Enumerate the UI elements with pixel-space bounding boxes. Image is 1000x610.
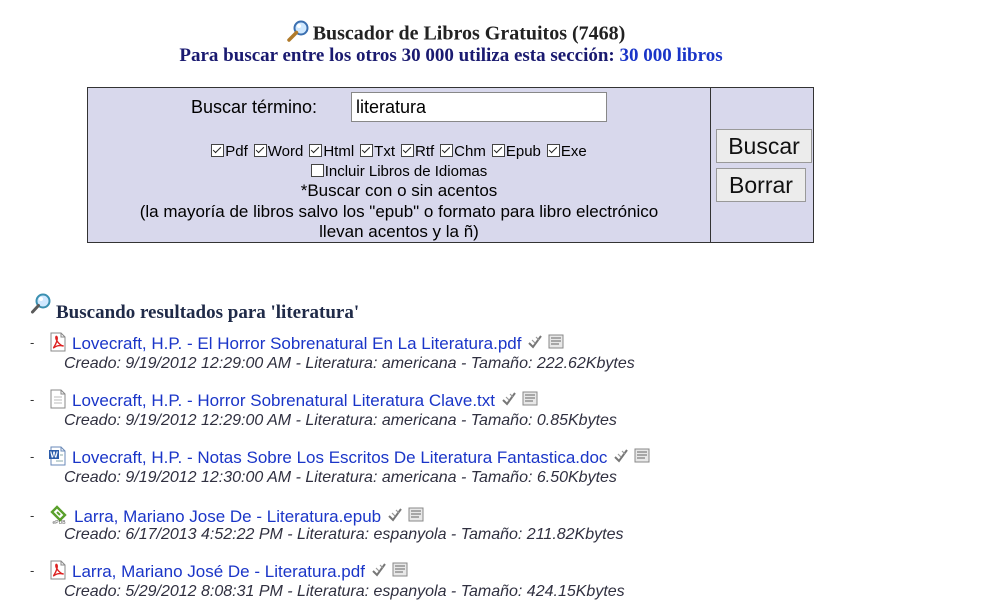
format-option-chm[interactable]: Chm	[440, 143, 486, 160]
result-line: - ePUB Larra, Mariano Jose De - Literatura…	[30, 503, 623, 528]
format-checkbox-epub[interactable]	[491, 144, 505, 157]
result-title-link[interactable]: Larra, Mariano Jose De - Literatura.epub	[74, 507, 381, 526]
bullet-dash: -	[30, 449, 35, 464]
format-label: Word	[267, 143, 304, 160]
result-title-link[interactable]: Lovecraft, H.P. - Notas Sobre Los Escrit…	[72, 448, 607, 467]
svg-text:W: W	[50, 451, 58, 460]
format-checkbox-rtf[interactable]	[401, 144, 414, 157]
result-meta: Creado: 9/19/2012 12:29:00 AM - Literatu…	[64, 412, 617, 429]
results-title: Buscando resultados para 'literatura'	[30, 292, 359, 324]
result-item: - Lovecraft, H.P. - El Horror Sobrenatura…	[30, 332, 635, 373]
bullet-dash: -	[30, 392, 35, 407]
result-meta: Creado: 6/17/2013 4:52:22 PM - Literatur…	[64, 526, 624, 543]
page-subtitle: Para buscar entre los otros 30 000 utili…	[0, 45, 902, 67]
format-checkbox-pdf[interactable]	[211, 144, 225, 157]
form-divider	[710, 88, 711, 242]
idiomas-checkbox[interactable]	[310, 164, 324, 177]
format-option-epub[interactable]: Epub	[491, 143, 541, 160]
result-item: - ePUB Larra, Mariano Jose De - Literatura…	[30, 503, 623, 544]
search-button[interactable]: Buscar	[716, 129, 812, 163]
pdf-icon	[48, 332, 68, 357]
format-option-exe[interactable]: Exe	[546, 143, 587, 160]
svg-text:ePUB: ePUB	[52, 520, 66, 525]
result-item: - Lovecraft, H.P. - Horror Sobrenatural L…	[30, 389, 617, 430]
bullet-dash: -	[30, 508, 35, 523]
idiomas-label: Incluir Libros de Idiomas	[324, 163, 488, 180]
search-term-label: Buscar término:	[191, 97, 318, 117]
result-meta: Creado: 9/19/2012 12:29:00 AM - Literatu…	[64, 355, 635, 372]
epub-icon: ePUB	[48, 503, 70, 530]
result-title-link[interactable]: Larra, Mariano José De - Literatura.pdf	[72, 562, 365, 581]
accent-note: *Buscar con o sin acentos	[300, 181, 498, 200]
results-title-text: Buscando resultados para 'literatura'	[56, 302, 360, 323]
search-options: Buscar término: Pdf Word Html Txt Rtf Chm Epub…	[88, 88, 710, 242]
result-meta: Creado: 9/19/2012 12:30:00 AM - Literatu…	[64, 469, 617, 486]
epub-note-line2: llevan acentos y la ñ)	[319, 222, 479, 241]
result-line: - Larra, Mariano José De - Literatura.pdf	[30, 560, 625, 582]
result-meta: Creado: 5/29/2012 8:08:31 PM - Literatur…	[64, 583, 625, 600]
result-tools-icon[interactable]	[527, 334, 567, 355]
search-input[interactable]	[351, 92, 607, 122]
format-checkbox-exe[interactable]	[546, 144, 560, 157]
result-line: - Lovecraft, H.P. - Horror Sobrenatural L…	[30, 389, 617, 411]
format-label: Exe	[560, 143, 587, 160]
magnifier-icon	[30, 292, 54, 322]
clear-button[interactable]: Borrar	[716, 168, 806, 202]
format-checkbox-txt[interactable]	[360, 144, 374, 157]
result-title-link[interactable]: Lovecraft, H.P. - Horror Sobrenatural Li…	[72, 391, 495, 410]
format-option-txt[interactable]: Txt	[360, 143, 395, 160]
format-filters: Pdf Word Html Txt Rtf Chm Epub Exe	[88, 143, 710, 160]
format-label: Chm	[454, 143, 486, 160]
format-label: Txt	[374, 143, 395, 160]
page-subtitle-text: Para buscar entre los otros 30 000 utili…	[179, 45, 615, 66]
result-tools-icon[interactable]	[501, 391, 541, 412]
epub-note: (la mayoría de libros salvo los "epub" o…	[88, 202, 710, 242]
epub-note-line1: (la mayoría de libros salvo los "epub" o…	[139, 202, 659, 221]
format-option-html[interactable]: Html	[309, 143, 354, 160]
result-line: - Lovecraft, H.P. - El Horror Sobrenatura…	[30, 332, 635, 354]
txt-icon	[48, 389, 68, 414]
format-checkbox-chm[interactable]	[440, 144, 454, 157]
format-checkbox-html[interactable]	[309, 144, 323, 157]
format-label: Html	[323, 143, 355, 160]
format-checkbox-word[interactable]	[253, 144, 267, 157]
format-label: Pdf	[225, 143, 248, 160]
result-item: - Larra, Mariano José De - Literatura.pdf…	[30, 560, 625, 601]
bullet-dash: -	[30, 335, 35, 350]
search-form: Buscar término: Pdf Word Html Txt Rtf Chm Epub…	[87, 87, 814, 243]
idiomas-option[interactable]: Incluir Libros de Idiomas	[88, 163, 710, 180]
format-option-word[interactable]: Word	[253, 143, 304, 160]
format-option-pdf[interactable]: Pdf	[211, 143, 248, 160]
format-option-rtf[interactable]: Rtf	[401, 143, 434, 160]
link-30000-libros[interactable]: 30 000 libros	[620, 45, 723, 66]
result-tools-icon[interactable]	[387, 507, 427, 528]
format-label: Rtf	[415, 143, 435, 160]
result-title-link[interactable]: Lovecraft, H.P. - El Horror Sobrenatural…	[72, 334, 521, 353]
format-label: Epub	[505, 143, 541, 160]
word-icon: W	[48, 446, 68, 471]
page-title-text: Buscador de Libros Gratuitos (7468)	[312, 22, 626, 45]
bullet-dash: -	[30, 563, 35, 578]
result-tools-icon[interactable]	[613, 448, 653, 469]
pdf-icon	[48, 560, 68, 585]
result-line: - W Lovecraft, H.P. - Notas Sobre Los Escr…	[30, 446, 653, 468]
result-item: - W Lovecraft, H.P. - Notas Sobre Los Escr…	[30, 446, 653, 487]
result-tools-icon[interactable]	[371, 562, 411, 583]
